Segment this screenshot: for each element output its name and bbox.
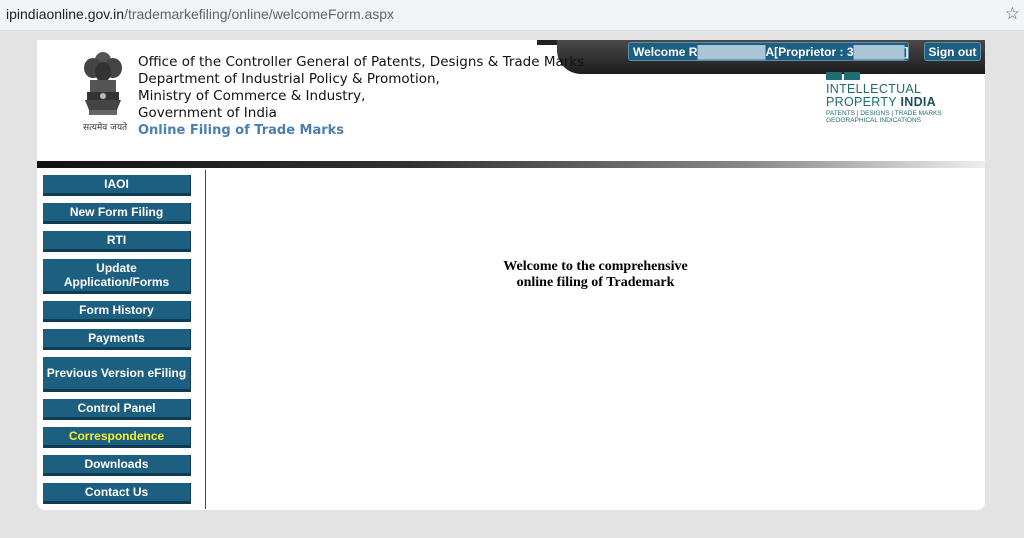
logo-text: INTELLECTUAL	[826, 82, 922, 96]
nav-item-rti[interactable]: RTI	[43, 231, 191, 252]
welcome-line: Welcome to the comprehensive	[503, 259, 688, 274]
site-subtitle: Online Filing of Trade Marks	[138, 123, 345, 138]
office-line: Office of the Controller General of Pate…	[138, 54, 585, 70]
url-text[interactable]: ipindiaonline.gov.in/trademarkefiling/on…	[6, 6, 394, 22]
bookmark-star-icon[interactable]: ☆	[1005, 4, 1020, 24]
emblem-caption: सत्यमेव जयते	[83, 123, 128, 133]
welcome-user-badge: Welcome R████████A[Proprietor : 3██████]	[628, 42, 909, 61]
browser-address-bar[interactable]: ipindiaonline.gov.in/trademarkefiling/on…	[0, 0, 1024, 31]
nav-item-previous-version-efiling[interactable]: Previous Version eFiling	[43, 357, 191, 392]
welcome-line: online filing of Trademark	[516, 275, 675, 290]
page-card: सत्यमेव जयते Office of the Controller Ge…	[37, 40, 985, 510]
logo-text: PROPERTY INDIA	[826, 95, 937, 109]
welcome-message: Welcome to the comprehensive online fili…	[423, 259, 768, 291]
logo-bars-icon	[826, 72, 860, 82]
office-line: Government of India	[138, 105, 277, 121]
masked-username: ████████	[697, 45, 766, 59]
nav-item-contact-us[interactable]: Contact Us	[43, 483, 191, 504]
nav-item-iaoi[interactable]: IAOI	[43, 175, 191, 196]
sidebar-divider	[205, 170, 206, 509]
office-line: Ministry of Commerce & Industry,	[138, 88, 366, 104]
nav-item-control-panel[interactable]: Control Panel	[43, 399, 191, 420]
ip-india-logo: INTELLECTUAL PROPERTY INDIA PATENTS | DE…	[826, 72, 956, 128]
masked-id: ██████	[853, 45, 905, 59]
nav-item-update-application-forms[interactable]: Update Application/Forms	[43, 259, 191, 294]
office-line: Department of Industrial Policy & Promot…	[138, 71, 440, 87]
nav-item-form-history[interactable]: Form History	[43, 301, 191, 322]
logo-tagline: PATENTS | DESIGNS | TRADE MARKS GEOGRAPHI…	[826, 110, 942, 124]
header-divider	[37, 161, 985, 168]
office-title-block: Office of the Controller General of Pate…	[138, 54, 584, 139]
sign-out-button[interactable]: Sign out	[924, 42, 981, 61]
nav-item-payments[interactable]: Payments	[43, 329, 191, 350]
nav-item-downloads[interactable]: Downloads	[43, 455, 191, 476]
nav-item-correspondence[interactable]: Correspondence	[43, 427, 191, 448]
nav-item-new-form-filing[interactable]: New Form Filing	[43, 203, 191, 224]
